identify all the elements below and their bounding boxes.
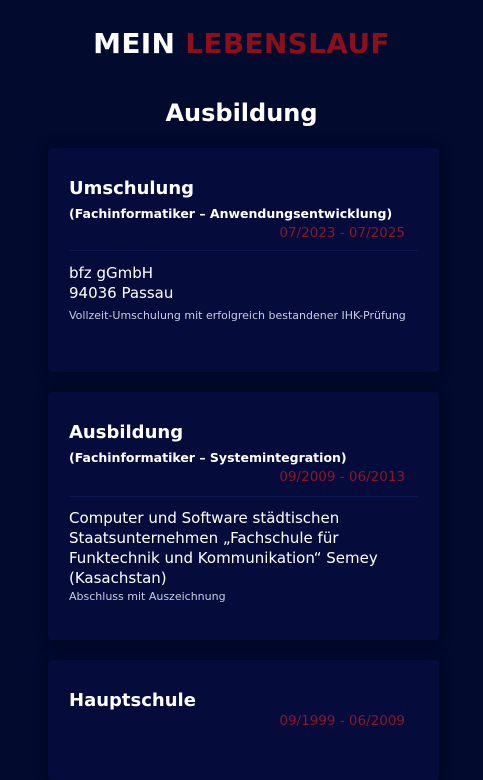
card-date: 09/1999 - 06/2009 [279,713,405,729]
page-title: MEIN LEBENSLAUF [0,26,483,62]
education-card-ausbildung: Ausbildung (Fachinformatiker – Systemint… [48,392,439,640]
card-organization-name: bfz gGmbH [69,264,154,282]
card-title: Umschulung [69,178,195,199]
card-subtitle: (Fachinformatiker – Anwendungsentwicklun… [69,206,393,221]
education-card-hauptschule: Hauptschule 09/1999 - 06/2009 [48,660,439,780]
card-organization: Computer und Software städtischen Staats… [69,509,378,587]
education-card-umschulung: Umschulung (Fachinformatiker – Anwendung… [48,148,439,372]
card-divider [69,250,418,251]
card-subtitle: (Fachinformatiker – Systemintegration) [69,450,347,465]
page-title-accent: LEBENSLAUF [185,27,390,60]
card-divider [69,496,418,497]
card-title: Hauptschule [69,690,196,711]
card-note: Abschluss mit Auszeichnung [69,590,226,603]
card-title: Ausbildung [69,422,184,443]
section-title: Ausbildung [165,99,318,127]
card-date: 07/2023 - 07/2025 [279,225,405,241]
card-organization-address: 94036 Passau [69,284,174,302]
card-date: 09/2009 - 06/2013 [279,469,405,485]
card-note: Vollzeit-Umschulung mit erfolgreich best… [69,309,406,322]
page-title-main: MEIN [93,27,186,60]
